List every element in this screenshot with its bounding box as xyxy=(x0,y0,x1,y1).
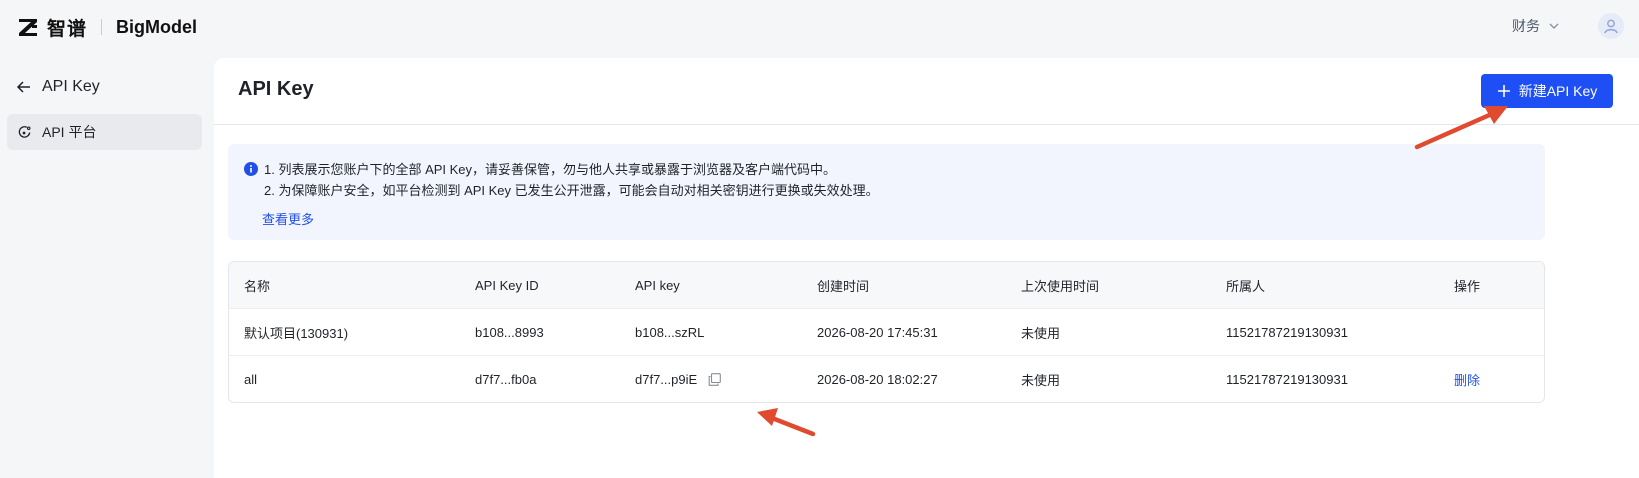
header-divider xyxy=(214,124,1639,125)
brand-name-en: BigModel xyxy=(116,16,198,37)
column-header-name: 名称 xyxy=(244,278,271,294)
chevron-down-icon xyxy=(1549,23,1559,29)
zhipu-logo-icon xyxy=(19,19,37,36)
notice-line-1: 1. 列表展示您账户下的全部 API Key，请妥善保管，勿与他人共享或暴露于浏… xyxy=(264,162,837,177)
row-key-id: d7f7...fb0a xyxy=(475,371,537,387)
delete-link[interactable]: 删除 xyxy=(1454,370,1480,389)
user-avatar[interactable] xyxy=(1598,13,1624,39)
info-icon xyxy=(244,162,258,176)
table-row: 默认项目(130931) b108...8993 b108...szRL 202… xyxy=(229,308,1544,355)
plus-icon xyxy=(1497,85,1510,97)
sidebar-item-label: API 平台 xyxy=(42,124,97,140)
row-name: 默认项目(130931) xyxy=(244,325,349,341)
view-more-link[interactable]: 查看更多 xyxy=(262,209,314,228)
column-header-action: 操作 xyxy=(1454,278,1481,294)
row-owner: 11521787219130931 xyxy=(1226,371,1348,387)
table-header-row: 名称 API Key ID API key 创建时间 上次使用时间 所属人 操作 xyxy=(229,262,1544,308)
top-bar: 智谱 BigModel 财务 xyxy=(0,0,1639,56)
api-platform-icon xyxy=(18,125,31,138)
api-key-table: 名称 API Key ID API key 创建时间 上次使用时间 所属人 操作… xyxy=(228,261,1545,403)
notice-banner: 1. 列表展示您账户下的全部 API Key，请妥善保管，勿与他人共享或暴露于浏… xyxy=(228,144,1545,240)
row-created: 2026-08-20 18:02:27 xyxy=(817,371,938,387)
row-owner: 11521787219130931 xyxy=(1226,324,1348,340)
column-header-created: 创建时间 xyxy=(817,278,870,294)
brand-logo[interactable]: 智谱 BigModel xyxy=(17,12,197,42)
notice-line-2: 2. 为保障账户安全，如平台检测到 API Key 已发生公开泄露，可能会自动对… xyxy=(264,183,879,198)
back-label: API Key xyxy=(42,78,100,95)
sidebar-item-api-platform[interactable]: API 平台 xyxy=(7,114,202,150)
new-api-key-button[interactable]: 新建API Key xyxy=(1481,74,1613,108)
new-api-key-label: 新建API Key xyxy=(1518,83,1598,99)
row-api-key: b108...szRL xyxy=(635,324,705,340)
table-row: all d7f7...fb0a d7f7...p9iE 2026-08-20 1… xyxy=(229,355,1544,402)
row-name: all xyxy=(244,371,258,387)
column-header-last-used: 上次使用时间 xyxy=(1021,278,1100,294)
brand-name-cn: 智谱 xyxy=(47,18,88,40)
row-api-key: d7f7...p9iE xyxy=(635,371,698,387)
row-created: 2026-08-20 17:45:31 xyxy=(817,324,938,340)
finance-label: 财务 xyxy=(1512,18,1540,34)
page-title: API Key xyxy=(238,78,314,100)
back-button[interactable]: API Key xyxy=(16,78,100,96)
column-header-api-key: API key xyxy=(635,277,680,293)
sidebar: API Key API 平台 xyxy=(0,56,214,478)
row-last-used: 未使用 xyxy=(1021,325,1061,341)
brand-divider xyxy=(101,19,103,35)
main-panel: API Key 新建API Key 1. 列表展示您账户下的全部 API Key… xyxy=(214,58,1639,478)
finance-menu[interactable]: 财务 xyxy=(1512,16,1560,36)
user-icon xyxy=(1604,19,1618,34)
column-header-owner: 所属人 xyxy=(1226,278,1266,294)
copy-icon[interactable] xyxy=(708,372,721,386)
column-header-key-id: API Key ID xyxy=(475,277,539,293)
arrow-left-icon xyxy=(16,81,30,93)
row-last-used: 未使用 xyxy=(1021,372,1061,388)
row-key-id: b108...8993 xyxy=(475,324,544,340)
